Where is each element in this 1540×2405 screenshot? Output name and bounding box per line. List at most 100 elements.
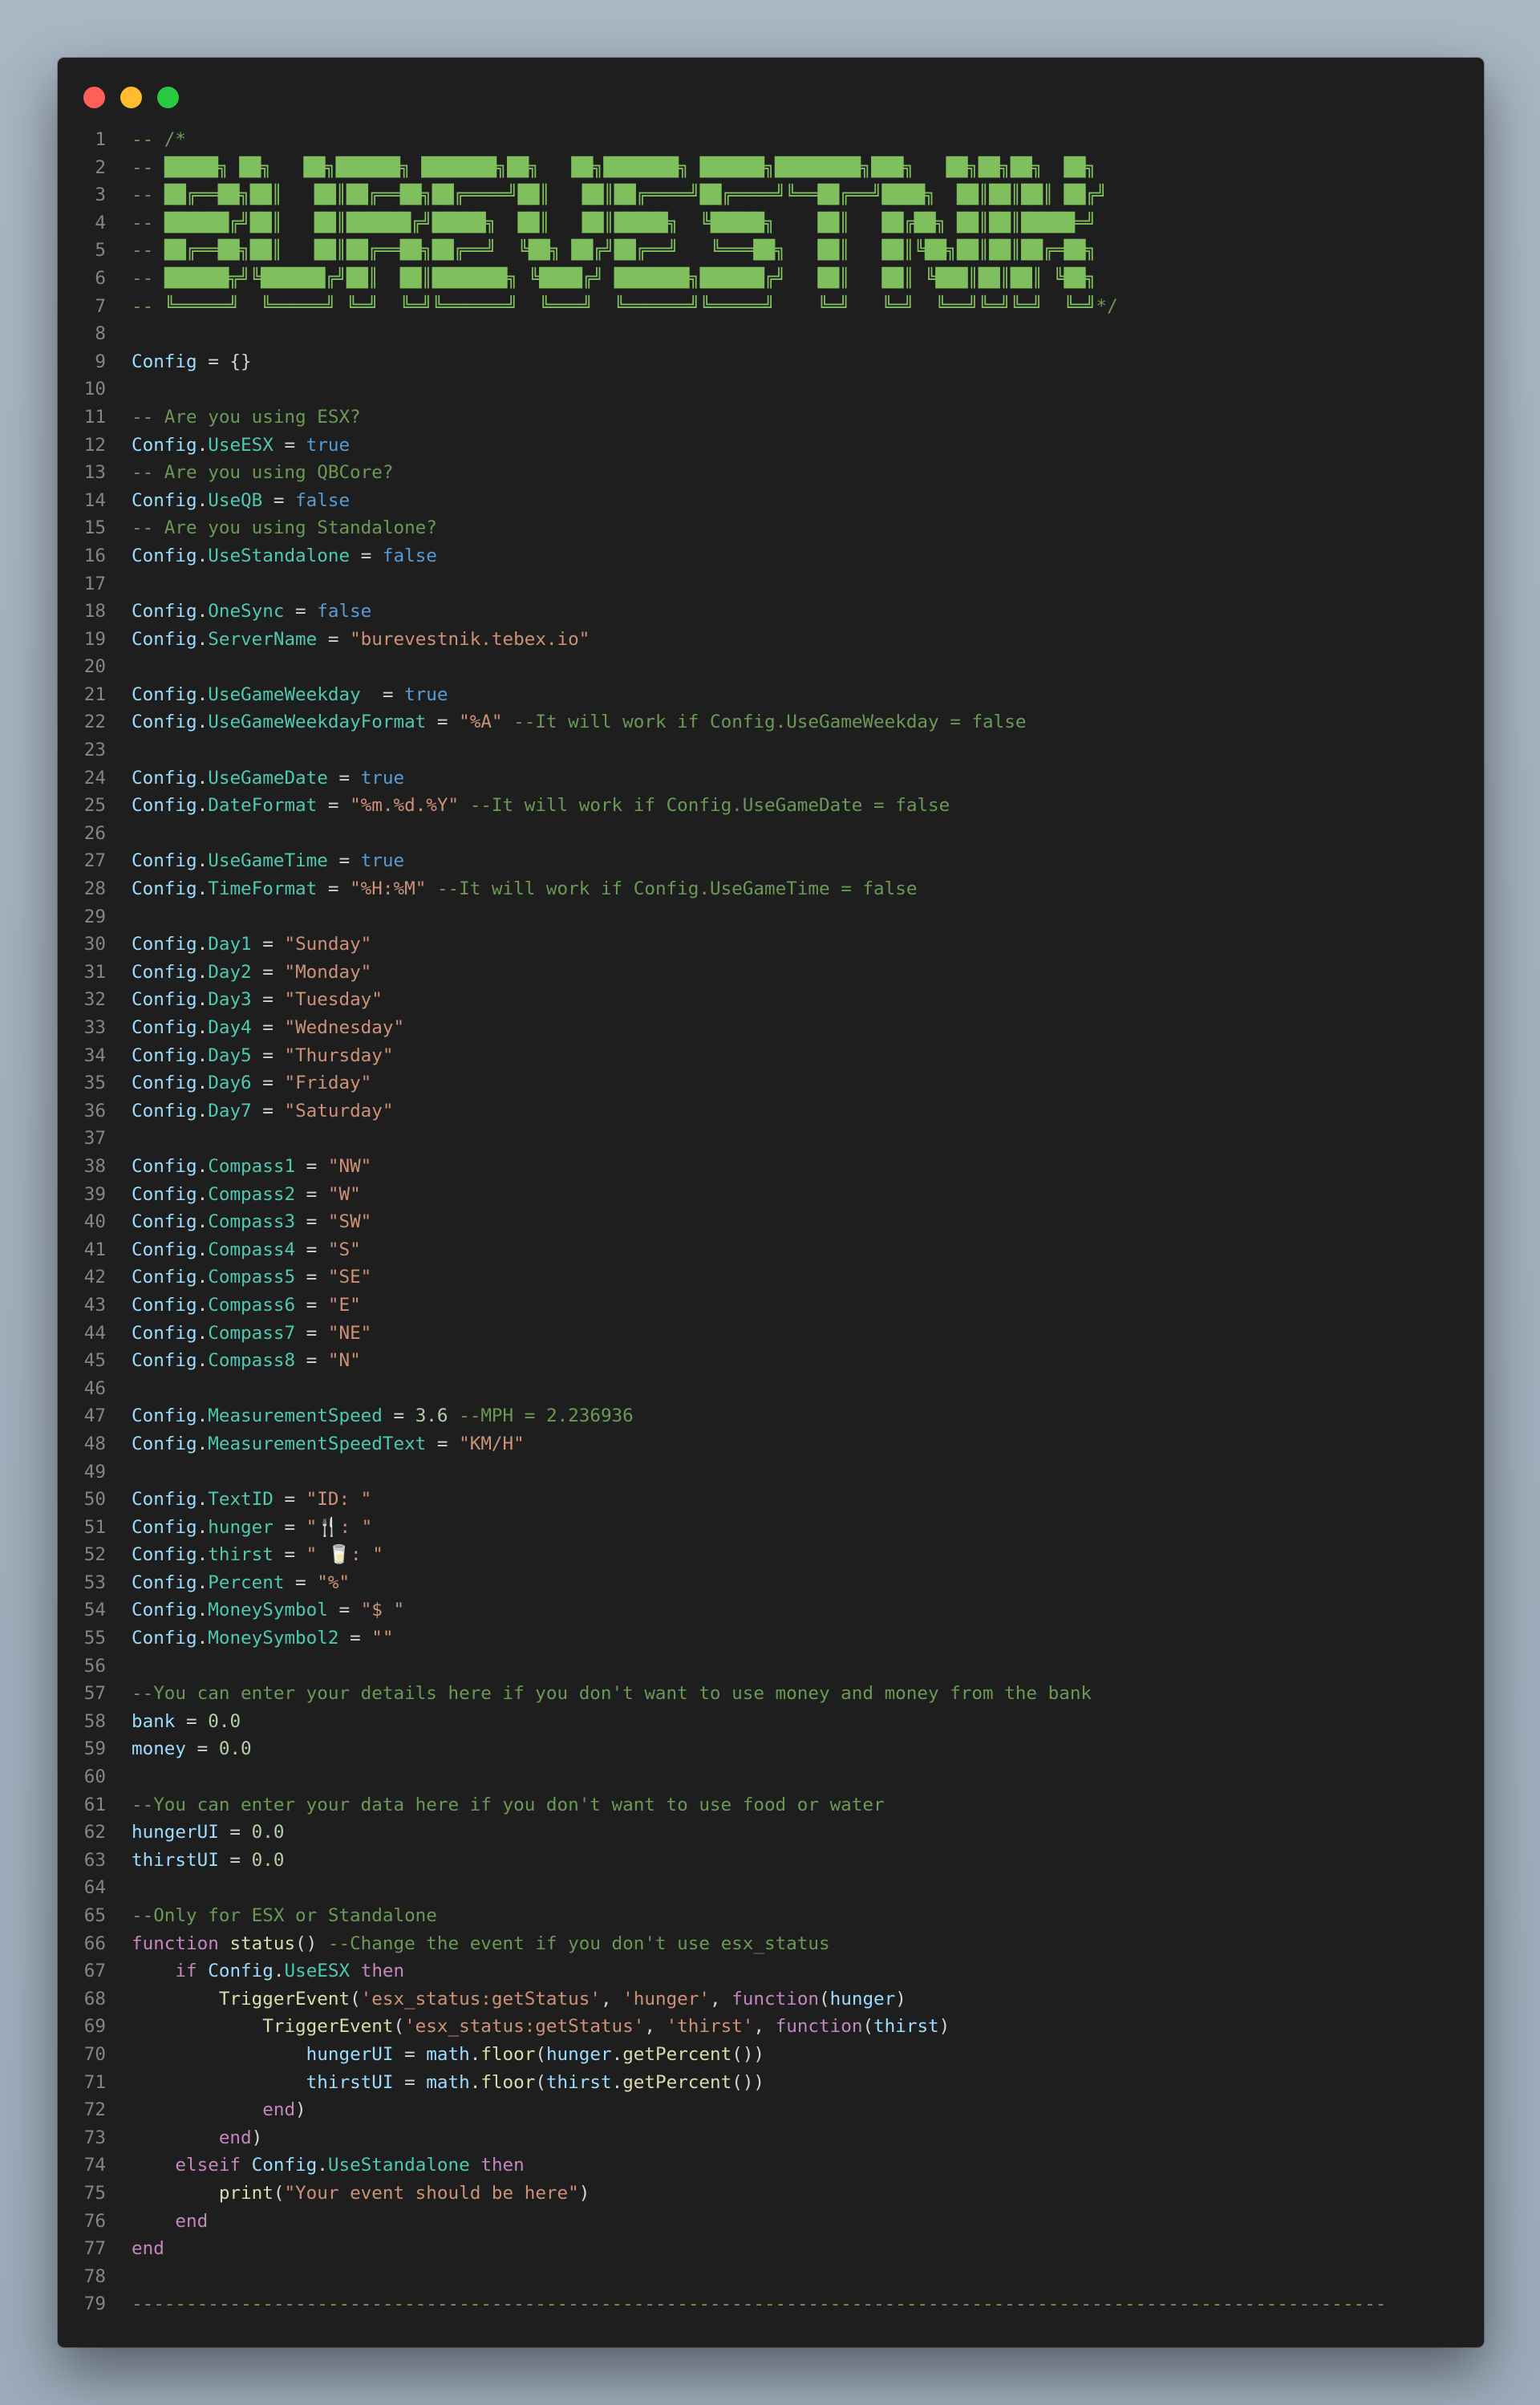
code-line: 23 xyxy=(58,736,1484,764)
line-text: Config = {} xyxy=(106,348,1484,376)
code-line: 20 xyxy=(58,653,1484,681)
code-token: OneSync xyxy=(208,601,285,623)
code-token: "%H:%M" xyxy=(350,878,427,900)
code-token: Config xyxy=(132,850,197,872)
code-token: = xyxy=(284,601,318,623)
line-text: function status() --Change the event if … xyxy=(106,1930,1484,1958)
code-token: = xyxy=(295,1350,328,1372)
code-token: Config xyxy=(132,878,197,900)
line-number: 53 xyxy=(83,1572,106,1593)
line-text: Config.Day2 = "Monday" xyxy=(106,959,1484,987)
code-token: . xyxy=(197,1100,209,1121)
line-number: 27 xyxy=(83,850,106,872)
line-number: 17 xyxy=(83,573,106,594)
code-window: 1 -- /* 2 -- █████╗ ██╗ ██╗██████╗ ███████╗… xyxy=(58,58,1484,2347)
line-number: 56 xyxy=(83,1655,106,1677)
code-token: "🍴: " xyxy=(306,1516,373,1538)
code-line: 76 end xyxy=(58,2208,1484,2236)
code-token: then xyxy=(360,1961,405,1982)
code-line: 51 Config.hunger = "🍴: " xyxy=(58,1514,1484,1542)
code-token: floor xyxy=(480,2043,536,2065)
code-token: ()) xyxy=(732,2043,765,2065)
code-token: "Tuesday" xyxy=(284,989,383,1011)
line-text: Config.MeasurementSpeed = 3.6 --MPH = 2.… xyxy=(106,1402,1484,1430)
line-number: 3 xyxy=(95,185,106,206)
code-token: Compass5 xyxy=(208,1267,296,1288)
line-number: 15 xyxy=(83,517,106,539)
close-dot-icon[interactable] xyxy=(83,87,105,108)
line-text: Config.Day5 = "Thursday" xyxy=(106,1042,1484,1070)
code-token: = xyxy=(251,961,285,983)
line-number: 28 xyxy=(83,878,106,900)
code-token: thirst xyxy=(873,2016,939,2038)
line-number: 31 xyxy=(83,961,106,983)
code-token: . xyxy=(197,1322,209,1344)
code-token: false xyxy=(382,545,437,566)
line-number: 69 xyxy=(83,2016,106,2038)
code-token: Config xyxy=(132,489,197,511)
code-token: thirstUI xyxy=(306,2071,394,2093)
line-text: -- ██████╔╝██║ ██║██████╔╝█████╗ ██║ ██║… xyxy=(106,209,1484,237)
zoom-dot-icon[interactable] xyxy=(157,87,179,108)
line-number: 51 xyxy=(83,1516,106,1538)
code-line: 25 Config.DateFormat = "%m.%d.%Y" --It wi… xyxy=(58,792,1484,820)
code-token: = xyxy=(382,1405,415,1427)
code-token: -- /* xyxy=(132,129,187,150)
line-number: 8 xyxy=(95,323,106,345)
code-line: 9 Config = {} xyxy=(58,348,1484,376)
code-token: function xyxy=(732,1988,820,2010)
code-line: 4 -- ██████╔╝██║ ██║██████╔╝█████╗ ██║ ██… xyxy=(58,209,1484,237)
code-token: Config xyxy=(132,545,197,566)
code-token: . xyxy=(197,601,209,623)
line-number: 36 xyxy=(83,1100,106,1121)
code-token: true xyxy=(404,683,448,705)
code-token: Config xyxy=(132,1267,197,1288)
line-text: money = 0.0 xyxy=(106,1735,1484,1763)
code-line: 72 end) xyxy=(58,2096,1484,2124)
code-token: ServerName xyxy=(208,628,318,650)
code-token: thirst xyxy=(208,1544,274,1566)
line-text: -- ██████╦╝╚██████╔╝██║ ██║███████╗ ╚███… xyxy=(106,265,1484,293)
line-number: 70 xyxy=(83,2043,106,2065)
code-token: . xyxy=(197,1544,209,1566)
code-token: "Monday" xyxy=(284,961,372,983)
line-text xyxy=(106,736,1484,764)
code-line: 62 hungerUI = 0.0 xyxy=(58,1819,1484,1847)
code-token: . xyxy=(197,1017,209,1038)
line-number: 39 xyxy=(83,1183,106,1205)
code-token: = {} xyxy=(197,351,252,372)
line-text: end) xyxy=(106,2096,1484,2124)
code-token: . xyxy=(197,1572,209,1593)
code-token: Config xyxy=(208,1961,274,1982)
line-number: 9 xyxy=(95,351,106,372)
code-token: "N" xyxy=(327,1350,361,1372)
minimize-dot-icon[interactable] xyxy=(120,87,142,108)
code-line: 7 -- ╚═════╝ ╚═════╝ ╚═╝ ╚═╝╚══════╝ ╚═══… xyxy=(58,293,1484,321)
line-text: Config.UseESX = true xyxy=(106,432,1484,460)
code-line: 53 Config.Percent = "%" xyxy=(58,1569,1484,1597)
line-text: thirstUI = math.floor(thirst.getPercent(… xyxy=(106,2069,1484,2097)
line-text: print("Your event should be here") xyxy=(106,2180,1484,2208)
code-token: Config xyxy=(132,1628,197,1649)
code-token: thirstUI xyxy=(132,1849,219,1871)
code-token: = xyxy=(360,683,405,705)
code-editor[interactable]: 1 -- /* 2 -- █████╗ ██╗ ██╗██████╗ ███████╗… xyxy=(58,126,1484,2318)
code-token: --Change the event if you don't use esx_… xyxy=(327,1933,830,1954)
line-text: Config.Day6 = "Friday" xyxy=(106,1069,1484,1097)
line-text: Config.MoneySymbol2 = "" xyxy=(106,1624,1484,1653)
code-token: = xyxy=(251,934,285,955)
code-token: -- xyxy=(132,295,164,317)
code-token: = xyxy=(273,1516,306,1538)
code-line: 35 Config.Day6 = "Friday" xyxy=(58,1069,1484,1097)
code-token: . xyxy=(197,1405,209,1427)
code-token: Config xyxy=(132,1600,197,1621)
code-token: . xyxy=(611,2071,623,2093)
line-text: if Config.UseESX then xyxy=(106,1957,1484,1985)
code-token: "" xyxy=(371,1628,394,1649)
code-token: = xyxy=(295,1322,328,1344)
line-text: Config.Day4 = "Wednesday" xyxy=(106,1014,1484,1042)
code-token: "%m.%d.%Y" xyxy=(350,795,460,817)
code-token: function xyxy=(132,1933,219,1954)
